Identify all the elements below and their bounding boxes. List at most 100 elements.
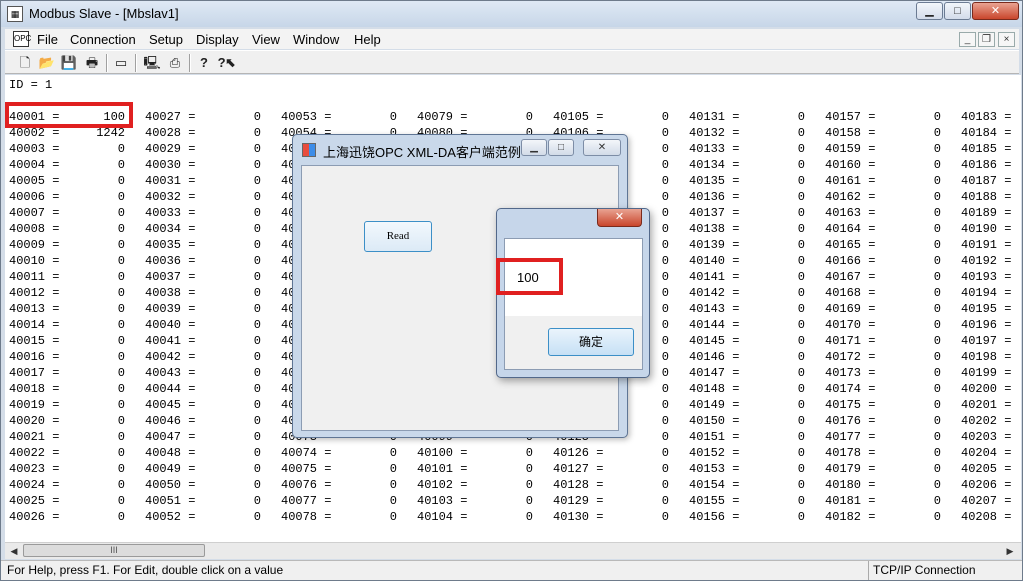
- register-value[interactable]: 0: [201, 206, 261, 220]
- register-value[interactable]: 0: [881, 462, 941, 476]
- register-value[interactable]: 0: [881, 286, 941, 300]
- register-value[interactable]: 0: [201, 222, 261, 236]
- register-value[interactable]: 0: [201, 254, 261, 268]
- register-value[interactable]: 0: [201, 446, 261, 460]
- context-help-icon[interactable]: ?⬉: [217, 53, 237, 73]
- register-value[interactable]: 0: [1017, 158, 1021, 172]
- register-value[interactable]: 0: [65, 446, 125, 460]
- register-value[interactable]: 0: [473, 478, 533, 492]
- register-value[interactable]: 0: [337, 446, 397, 460]
- register-value[interactable]: 0: [201, 462, 261, 476]
- open-icon[interactable]: 📂: [37, 53, 57, 73]
- register-value[interactable]: 0: [745, 430, 805, 444]
- register-value[interactable]: 0: [1017, 510, 1021, 524]
- close-button[interactable]: ✕: [972, 2, 1019, 20]
- register-value[interactable]: 0: [881, 510, 941, 524]
- menu-view[interactable]: View: [252, 32, 280, 47]
- register-value[interactable]: 0: [201, 350, 261, 364]
- register-value[interactable]: 0: [65, 334, 125, 348]
- register-value[interactable]: 0: [745, 478, 805, 492]
- register-value[interactable]: 0: [201, 302, 261, 316]
- register-value[interactable]: 0: [337, 510, 397, 524]
- register-value[interactable]: 0: [1017, 350, 1021, 364]
- opc-minimize-button[interactable]: ▁: [521, 139, 547, 156]
- register-value[interactable]: 0: [201, 478, 261, 492]
- register-value[interactable]: 0: [65, 254, 125, 268]
- register-value[interactable]: 0: [201, 318, 261, 332]
- register-value[interactable]: 0: [1017, 174, 1021, 188]
- opc-close-button[interactable]: ✕: [583, 139, 621, 156]
- register-value[interactable]: 0: [881, 302, 941, 316]
- register-value[interactable]: 0: [745, 110, 805, 124]
- connect-icon[interactable]: 🖳: [142, 53, 162, 73]
- register-value[interactable]: 0: [745, 510, 805, 524]
- register-value[interactable]: 0: [745, 318, 805, 332]
- maximize-button[interactable]: □: [944, 2, 971, 20]
- register-value[interactable]: 0: [65, 174, 125, 188]
- register-value[interactable]: 0: [65, 430, 125, 444]
- register-value[interactable]: 0: [881, 254, 941, 268]
- register-value[interactable]: 0: [1017, 462, 1021, 476]
- register-value[interactable]: 1242: [65, 126, 125, 140]
- register-value[interactable]: 0: [1017, 222, 1021, 236]
- register-value[interactable]: 0: [65, 302, 125, 316]
- register-value[interactable]: 0: [473, 110, 533, 124]
- register-value[interactable]: 0: [1017, 206, 1021, 220]
- register-value[interactable]: 0: [201, 286, 261, 300]
- register-value[interactable]: 0: [337, 478, 397, 492]
- mdi-minimize-button[interactable]: _: [959, 32, 976, 47]
- register-value[interactable]: 0: [65, 318, 125, 332]
- register-value[interactable]: 0: [881, 366, 941, 380]
- register-value[interactable]: 0: [201, 334, 261, 348]
- register-value[interactable]: 0: [1017, 430, 1021, 444]
- disconnect-icon[interactable]: ⎙: [165, 53, 185, 73]
- register-value[interactable]: 0: [65, 222, 125, 236]
- menu-file[interactable]: File: [37, 32, 58, 47]
- register-value[interactable]: 0: [609, 110, 669, 124]
- menu-window[interactable]: Window: [293, 32, 339, 47]
- register-value[interactable]: 0: [881, 398, 941, 412]
- register-value[interactable]: 0: [65, 494, 125, 508]
- register-value[interactable]: 0: [201, 430, 261, 444]
- register-value[interactable]: 0: [201, 174, 261, 188]
- register-value[interactable]: 0: [201, 398, 261, 412]
- register-value[interactable]: 0: [745, 414, 805, 428]
- menu-connection[interactable]: Connection: [70, 32, 136, 47]
- register-value[interactable]: 0: [201, 238, 261, 252]
- register-value[interactable]: 0: [201, 126, 261, 140]
- register-value[interactable]: 0: [881, 222, 941, 236]
- help-icon[interactable]: ?: [194, 53, 214, 73]
- menu-help[interactable]: Help: [354, 32, 381, 47]
- register-value[interactable]: 0: [1017, 142, 1021, 156]
- register-value[interactable]: 0: [65, 414, 125, 428]
- register-value[interactable]: 0: [881, 478, 941, 492]
- register-value[interactable]: 0: [201, 110, 261, 124]
- horizontal-scrollbar[interactable]: ◀ III ▶: [5, 542, 1021, 559]
- window-icon[interactable]: ▭: [111, 53, 131, 73]
- register-value[interactable]: 0: [201, 270, 261, 284]
- register-value[interactable]: 0: [65, 398, 125, 412]
- register-value[interactable]: 0: [1017, 382, 1021, 396]
- register-value[interactable]: 0: [1017, 110, 1021, 124]
- register-value[interactable]: 0: [881, 142, 941, 156]
- menu-setup[interactable]: Setup: [149, 32, 183, 47]
- register-value[interactable]: 0: [1017, 398, 1021, 412]
- register-value[interactable]: 0: [65, 190, 125, 204]
- register-value[interactable]: 0: [745, 206, 805, 220]
- register-value[interactable]: 0: [473, 446, 533, 460]
- register-value[interactable]: 0: [201, 382, 261, 396]
- register-value[interactable]: 0: [201, 142, 261, 156]
- register-value[interactable]: 0: [881, 190, 941, 204]
- register-value[interactable]: 0: [745, 222, 805, 236]
- register-value[interactable]: 0: [1017, 126, 1021, 140]
- register-value[interactable]: 0: [745, 286, 805, 300]
- register-value[interactable]: 0: [745, 334, 805, 348]
- register-value[interactable]: 0: [745, 270, 805, 284]
- register-value[interactable]: 0: [745, 494, 805, 508]
- register-value[interactable]: 0: [337, 494, 397, 508]
- register-value[interactable]: 0: [609, 510, 669, 524]
- register-value[interactable]: 0: [881, 270, 941, 284]
- register-value[interactable]: 0: [65, 142, 125, 156]
- register-value[interactable]: 0: [881, 206, 941, 220]
- register-value[interactable]: 0: [1017, 494, 1021, 508]
